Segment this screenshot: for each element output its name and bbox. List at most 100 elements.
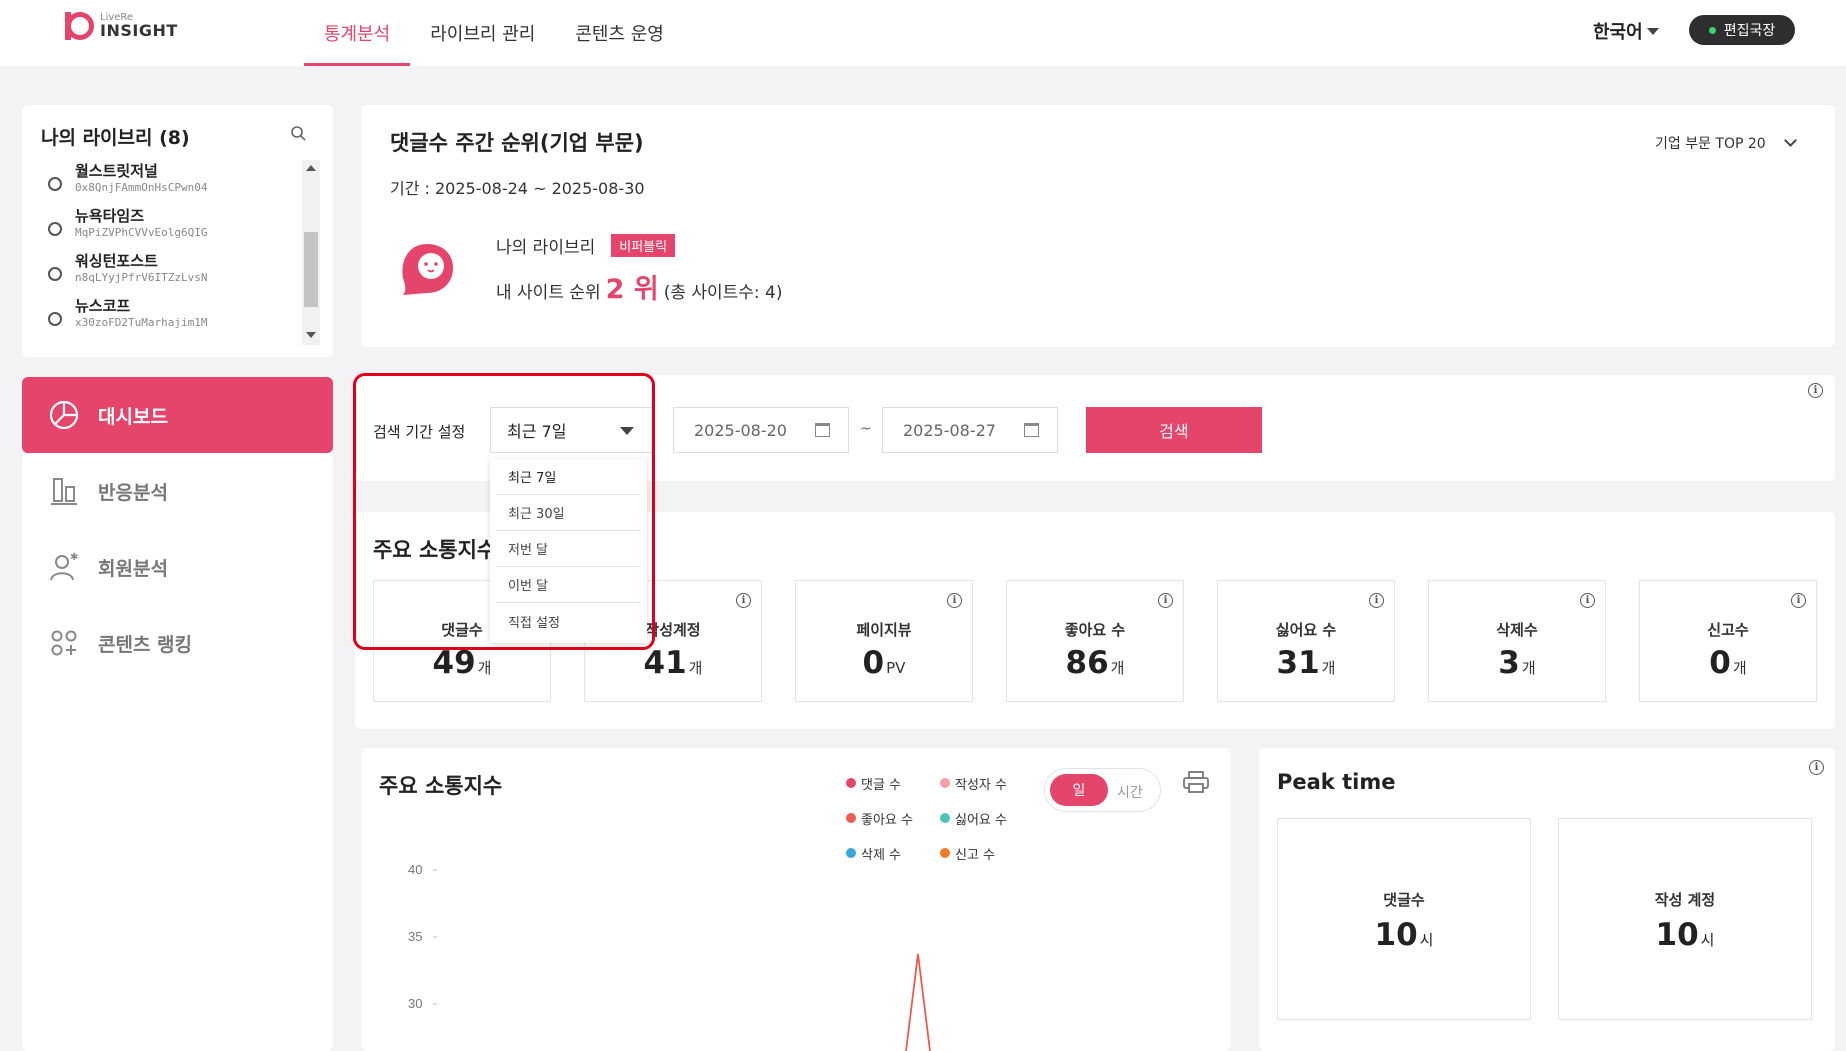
menu-member-analysis[interactable]: ✱ 회원분석 xyxy=(22,529,333,605)
key-metrics-title: 주요 소통지수 xyxy=(373,538,497,562)
radio-button[interactable] xyxy=(48,177,62,191)
period-option[interactable]: 이번 달 xyxy=(496,567,641,603)
stat-value: 49 xyxy=(432,645,476,681)
legend-item[interactable]: 싫어요 수 xyxy=(940,807,1034,829)
stat-unit: 개 xyxy=(1321,659,1336,677)
stat-value: 3 xyxy=(1498,645,1520,681)
period-option[interactable]: 최근 7일 xyxy=(496,459,641,495)
library-item[interactable]: 뉴욕타임즈 MqPiZVPhCVVvEolg6QIG xyxy=(48,206,318,251)
info-icon[interactable]: i xyxy=(1158,593,1173,608)
info-icon[interactable]: i xyxy=(1809,760,1824,775)
ranking-category-select[interactable]: 기업 부문 TOP 20 xyxy=(1655,133,1797,153)
ranking-icon xyxy=(51,630,77,656)
scroll-thumb[interactable] xyxy=(304,232,318,307)
start-date-input[interactable]: 2025-08-20 xyxy=(673,407,849,453)
legend-dot-icon xyxy=(940,848,950,858)
search-button[interactable]: 검색 xyxy=(1086,407,1262,453)
legend-item[interactable]: 좋아요 수 xyxy=(846,807,940,829)
ranking-category-label: 기업 부문 TOP 20 xyxy=(1655,136,1766,152)
metrics-chart-card: 주요 소통지수 댓글 수 작성자 수 좋아요 수 싫어요 수 삭제 수 신고 수… xyxy=(361,748,1231,1051)
user-name: 편집국장 xyxy=(1723,23,1776,39)
legend-dot-icon xyxy=(940,813,950,823)
chart-legend: 댓글 수 작성자 수 좋아요 수 싫어요 수 삭제 수 신고 수 xyxy=(846,772,1046,864)
rank-value: 2 위 xyxy=(605,274,659,305)
toggle-hour[interactable]: 시간 xyxy=(1117,782,1143,802)
menu-dashboard[interactable]: 대시보드 xyxy=(22,377,333,453)
stat-likes: i 좋아요 수 86 개 xyxy=(1006,580,1184,702)
radio-button[interactable] xyxy=(48,267,62,281)
info-icon[interactable]: i xyxy=(736,593,751,608)
nav-content-operation[interactable]: 콘텐츠 운영 xyxy=(555,0,684,66)
info-icon[interactable]: i xyxy=(1580,593,1595,608)
search-period-label: 검색 기간 설정 xyxy=(373,423,466,441)
user-button[interactable]: 편집국장 xyxy=(1689,15,1795,45)
info-icon[interactable]: i xyxy=(1791,593,1806,608)
radio-button[interactable] xyxy=(48,222,62,236)
library-item[interactable]: 뉴스코프 x30zoFD2TuMarhajim1M xyxy=(48,296,318,341)
peak-unit: 시 xyxy=(1700,931,1715,949)
nav-statistics[interactable]: 통계분석 xyxy=(304,0,411,66)
legend-dot-icon xyxy=(940,778,950,788)
library-scrollbar[interactable] xyxy=(302,160,320,345)
scroll-down-icon[interactable] xyxy=(306,332,316,338)
sidebar-menu: 대시보드 반응분석 ✱ 회원분석 콘텐츠 랭킹 xyxy=(22,377,333,681)
logo-mark-icon xyxy=(65,12,94,40)
menu-content-ranking[interactable]: 콘텐츠 랭킹 xyxy=(22,605,333,681)
stat-dislikes: i 싫어요 수 31 개 xyxy=(1217,580,1395,702)
user-star-icon: ✱ xyxy=(50,552,78,581)
legend-item[interactable]: 작성자 수 xyxy=(940,772,1034,794)
legend-dot-icon xyxy=(846,778,856,788)
scroll-up-icon[interactable] xyxy=(306,165,316,171)
toggle-day[interactable]: 일 xyxy=(1050,774,1108,806)
nav-livere-management[interactable]: 라이브리 관리 xyxy=(410,0,555,66)
series-line xyxy=(905,953,931,1051)
period-dropdown-menu: 최근 7일 최근 30일 저번 달 이번 달 직접 설정 xyxy=(490,459,647,643)
legend-dot-icon xyxy=(846,848,856,858)
y-tick-label: 35 xyxy=(408,929,422,944)
info-icon[interactable]: i xyxy=(1808,383,1823,398)
info-icon[interactable]: i xyxy=(1369,593,1384,608)
line-chart: 40 35 30 xyxy=(408,862,931,1051)
peak-value: 10 xyxy=(1374,917,1418,953)
stat-label: 좋아요 수 xyxy=(1064,621,1126,639)
period-select[interactable]: 최근 7일 xyxy=(490,407,653,453)
start-date-value: 2025-08-20 xyxy=(694,420,787,440)
stat-label: 삭제수 xyxy=(1496,621,1538,639)
ranking-period: 기간 : 2025-08-24 ~ 2025-08-30 xyxy=(390,179,645,198)
weekly-ranking-card: 댓글수 주간 순위(기업 부문) 기간 : 2025-08-24 ~ 2025-… xyxy=(361,105,1835,347)
search-icon[interactable] xyxy=(290,125,306,141)
period-option[interactable]: 직접 설정 xyxy=(496,603,641,639)
info-icon[interactable]: i xyxy=(947,593,962,608)
legend-item[interactable]: 댓글 수 xyxy=(846,772,940,794)
stat-label: 싫어요 수 xyxy=(1275,621,1337,639)
library-name: 뉴욕타임즈 xyxy=(75,207,145,225)
legend-label: 싫어요 수 xyxy=(955,812,1007,828)
end-date-input[interactable]: 2025-08-27 xyxy=(882,407,1058,453)
library-item[interactable]: 월스트릿저널 0x8QnjFAmmOnHsCPwn04 xyxy=(48,161,318,206)
period-option[interactable]: 최근 30일 xyxy=(496,495,641,531)
y-tick-label: 30 xyxy=(408,996,422,1011)
radio-button[interactable] xyxy=(48,312,62,326)
calendar-icon[interactable] xyxy=(1024,423,1039,437)
peak-authors: 작성 계정 10 시 xyxy=(1558,818,1812,1020)
period-option[interactable]: 저번 달 xyxy=(496,531,641,567)
calendar-icon[interactable] xyxy=(815,423,830,437)
pie-chart-icon xyxy=(49,400,79,430)
language-select[interactable]: 한국어 xyxy=(1593,18,1659,44)
svg-text:✱: ✱ xyxy=(70,552,78,563)
stat-value: 86 xyxy=(1065,645,1109,681)
print-icon[interactable] xyxy=(1183,771,1209,793)
day-hour-toggle[interactable]: 일 시간 xyxy=(1044,768,1161,812)
stat-unit: 개 xyxy=(688,659,703,677)
legend-label: 작성자 수 xyxy=(955,777,1007,793)
library-item[interactable]: 워싱턴포스트 n8qLYyjPfrV6ITZzLvsN xyxy=(48,251,318,296)
stat-label: 페이지뷰 xyxy=(856,621,912,639)
library-list: 월스트릿저널 0x8QnjFAmmOnHsCPwn04 뉴욕타임즈 MqPiZVPh… xyxy=(48,161,318,341)
stat-value: 41 xyxy=(643,645,687,681)
library-card: 나의 라이브리 (8) 월스트릿저널 0x8QnjFAmmOnHsCPwn04 뉴… xyxy=(22,105,333,357)
library-label: 나의 라이브리 xyxy=(496,238,596,258)
logo[interactable]: LiveRe INSIGHT xyxy=(65,12,178,40)
stat-label: 신고수 xyxy=(1707,621,1749,639)
peak-time-title: Peak time xyxy=(1277,770,1396,794)
menu-reaction-analysis[interactable]: 반응분석 xyxy=(22,453,333,529)
